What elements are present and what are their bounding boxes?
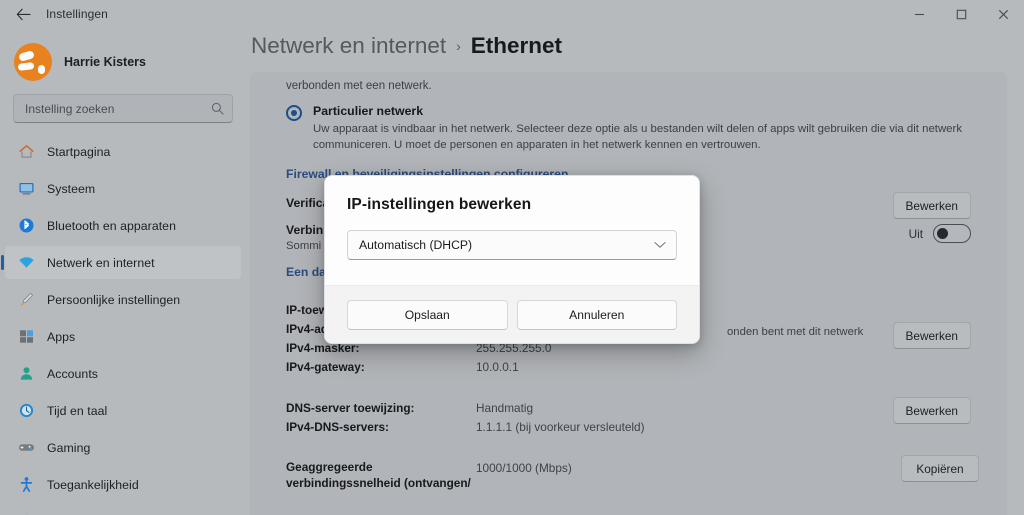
- save-button[interactable]: Opslaan: [347, 299, 508, 330]
- cancel-button[interactable]: Annuleren: [516, 299, 677, 330]
- chevron-down-icon: [654, 241, 666, 249]
- ip-assignment-dropdown[interactable]: Automatisch (DHCP): [347, 230, 677, 260]
- edit-ip-settings-dialog: IP-instellingen bewerken Automatisch (DH…: [324, 175, 700, 344]
- dialog-title: IP-instellingen bewerken: [347, 196, 532, 213]
- dialog-footer: Opslaan Annuleren: [325, 285, 699, 343]
- dropdown-selected-value: Automatisch (DHCP): [359, 238, 473, 252]
- dialog-body: IP-instellingen bewerken Automatisch (DH…: [325, 176, 699, 285]
- settings-window: Instellingen Harrie Kisters Instelling z…: [0, 0, 1024, 515]
